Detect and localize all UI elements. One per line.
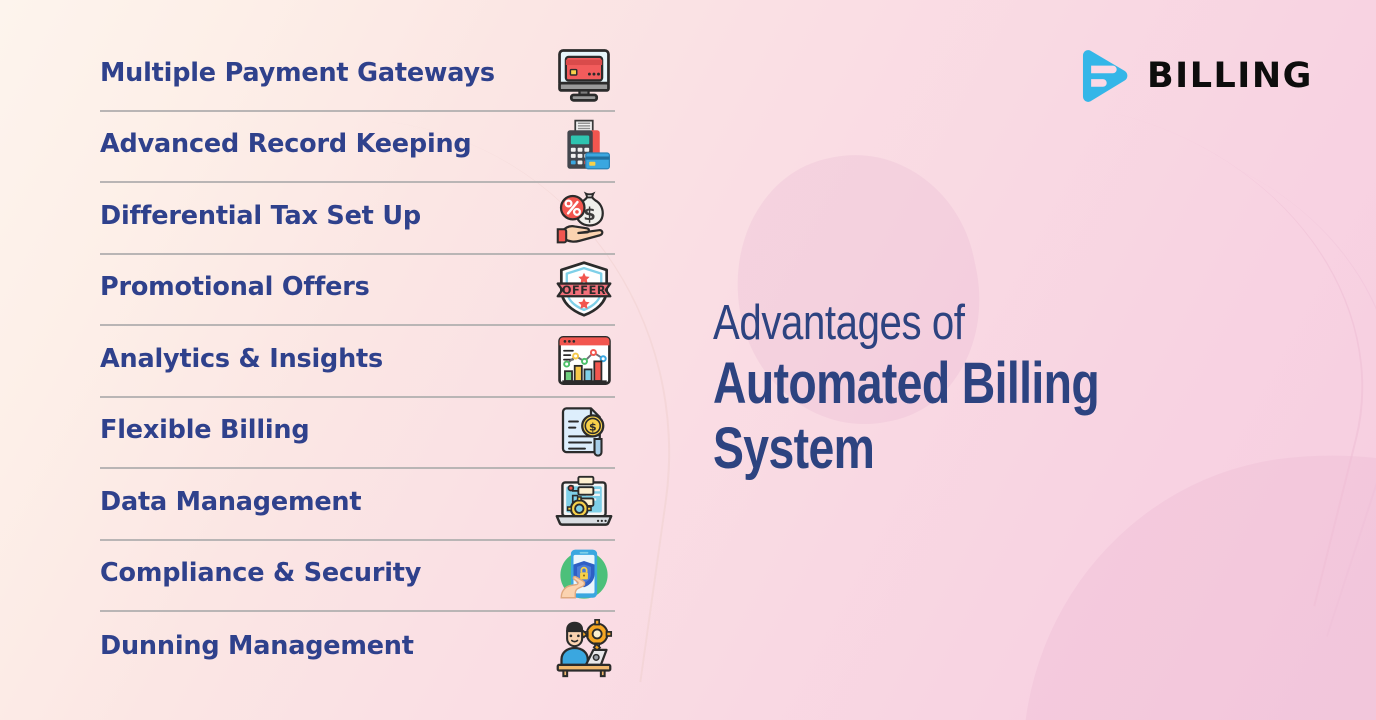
list-item[interactable]: Compliance & Security [100, 541, 615, 612]
feature-label: Dunning Management [100, 630, 414, 661]
hand-money-bag-percent-icon: $ [553, 188, 615, 248]
offer-ribbon-text: OFFER [562, 283, 606, 297]
offer-badge-icon: OFFER [553, 259, 615, 319]
title-line-1: Advantages of [713, 296, 965, 350]
feature-label: Compliance & Security [100, 558, 422, 589]
analytics-chart-icon [553, 331, 615, 391]
feature-label: Promotional Offers [100, 272, 370, 303]
feature-list: Multiple Payment Gateways Advanced Recor… [100, 40, 615, 684]
list-item[interactable]: Dunning Management [100, 612, 615, 684]
list-item[interactable]: Flexible Billing $ [100, 398, 615, 469]
list-item[interactable]: Data Management [100, 469, 615, 541]
person-laptop-gear-icon [553, 618, 615, 678]
pos-terminal-icon [553, 116, 615, 176]
feature-label: Data Management [100, 486, 362, 517]
list-item[interactable]: Analytics & Insights [100, 326, 615, 398]
svg-text:$: $ [589, 421, 597, 434]
brand-logo[interactable]: BILLING [1073, 47, 1313, 105]
feature-label: Analytics & Insights [100, 343, 384, 374]
list-item[interactable]: Differential Tax Set Up $ [100, 183, 615, 255]
laptop-gear-flowchart-icon [553, 474, 615, 534]
list-item[interactable]: Promotional Offers OFFER [100, 255, 615, 326]
feature-label: Multiple Payment Gateways [100, 57, 495, 88]
logo-wordmark: BILLING [1147, 55, 1313, 96]
feature-label: Advanced Record Keeping [100, 129, 472, 160]
list-item[interactable]: Multiple Payment Gateways [100, 40, 615, 112]
monitor-credit-card-icon [553, 45, 615, 105]
feature-label: Differential Tax Set Up [100, 200, 421, 231]
infographic-canvas: Multiple Payment Gateways Advanced Recor… [0, 0, 1376, 720]
title-line-2: Automated Billing System [713, 350, 1100, 481]
list-item[interactable]: Advanced Record Keeping [100, 112, 615, 183]
phone-shield-lock-icon [553, 545, 615, 605]
invoice-coin-icon: $ [553, 402, 615, 462]
feature-label: Flexible Billing [100, 415, 310, 446]
play-f-logo-icon [1082, 50, 1128, 102]
page-title: Advantages of Automated Billing System [713, 296, 1376, 482]
